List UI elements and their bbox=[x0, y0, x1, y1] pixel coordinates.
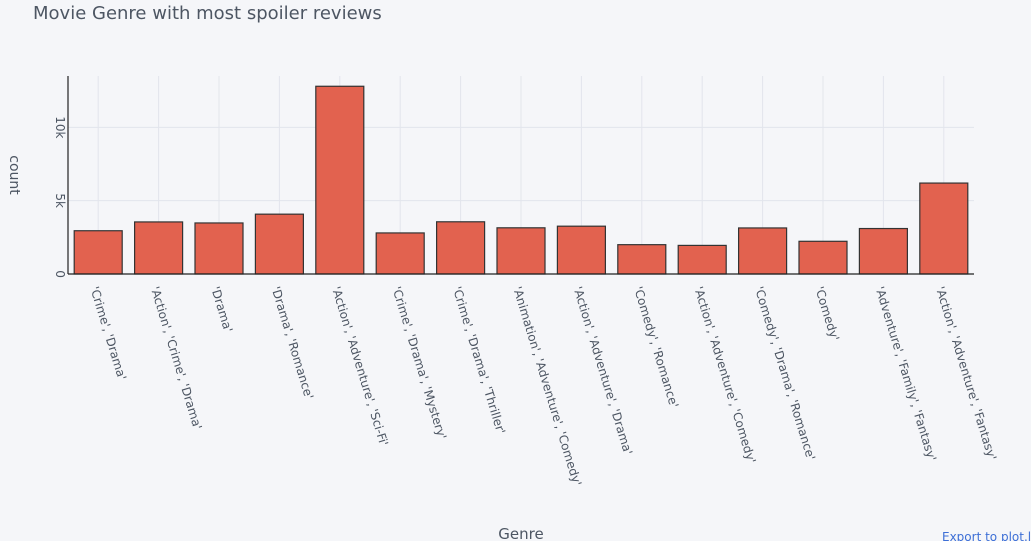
bar bbox=[254, 213, 304, 275]
bar bbox=[556, 225, 607, 275]
bar bbox=[496, 227, 546, 275]
chart-page: Movie Genre with most spoiler reviews 05… bbox=[0, 0, 1031, 541]
bar bbox=[436, 221, 486, 275]
x-tick-label: 'Crime', 'Drama', 'Thriller' bbox=[450, 285, 508, 436]
x-tick-label: 'Drama', 'Romance' bbox=[269, 285, 317, 401]
bar bbox=[798, 240, 848, 275]
x-tick-label: 'Action', 'Adventure', 'Fantasy' bbox=[933, 285, 999, 462]
y-tick-label: 5k bbox=[53, 193, 67, 208]
bar bbox=[375, 232, 425, 275]
x-tick-label: 'Action', 'Adventure', 'Comedy' bbox=[691, 285, 758, 465]
bar bbox=[194, 222, 244, 275]
bar bbox=[315, 85, 365, 275]
y-tick-label: 10k bbox=[53, 116, 67, 138]
bar bbox=[677, 244, 727, 275]
bar bbox=[134, 221, 184, 275]
bar bbox=[617, 244, 667, 275]
x-tick-label: 'Action', 'Crime', 'Drama' bbox=[148, 285, 205, 432]
x-tick-label: 'Crime', 'Drama', 'Mystery' bbox=[389, 285, 449, 441]
x-axis-title: Genre bbox=[498, 525, 543, 541]
bar-chart: 0 5k 10k 'Crime', 'Drama' 'Action', 'Crime',… bbox=[6, 76, 999, 541]
bar bbox=[73, 230, 123, 275]
x-tick-label: 'Comedy', 'Drama', 'Romance' bbox=[752, 285, 818, 462]
x-tick-label: 'Comedy', 'Romance' bbox=[631, 285, 681, 410]
bar bbox=[919, 182, 969, 275]
export-link[interactable]: Export to plot.ly » bbox=[942, 530, 1031, 541]
x-tick-label: 'Drama' bbox=[208, 285, 235, 334]
bar bbox=[737, 227, 788, 275]
x-tick-label: 'Crime', 'Drama' bbox=[87, 285, 129, 382]
x-tick-label: 'Action', 'Adventure', 'Sci-Fi' bbox=[329, 285, 391, 448]
x-tick-label: 'Action', 'Adventure', 'Drama' bbox=[571, 285, 636, 457]
y-tick-label: 0 bbox=[53, 270, 67, 278]
x-tick-label: 'Comedy' bbox=[812, 285, 842, 343]
x-tick-label: 'Adventure', 'Family', 'Fantasy' bbox=[873, 285, 940, 463]
bar bbox=[858, 227, 909, 275]
y-axis-title: count bbox=[6, 155, 22, 195]
x-tick-label: 'Animation', 'Adventure', 'Comedy' bbox=[510, 285, 584, 488]
